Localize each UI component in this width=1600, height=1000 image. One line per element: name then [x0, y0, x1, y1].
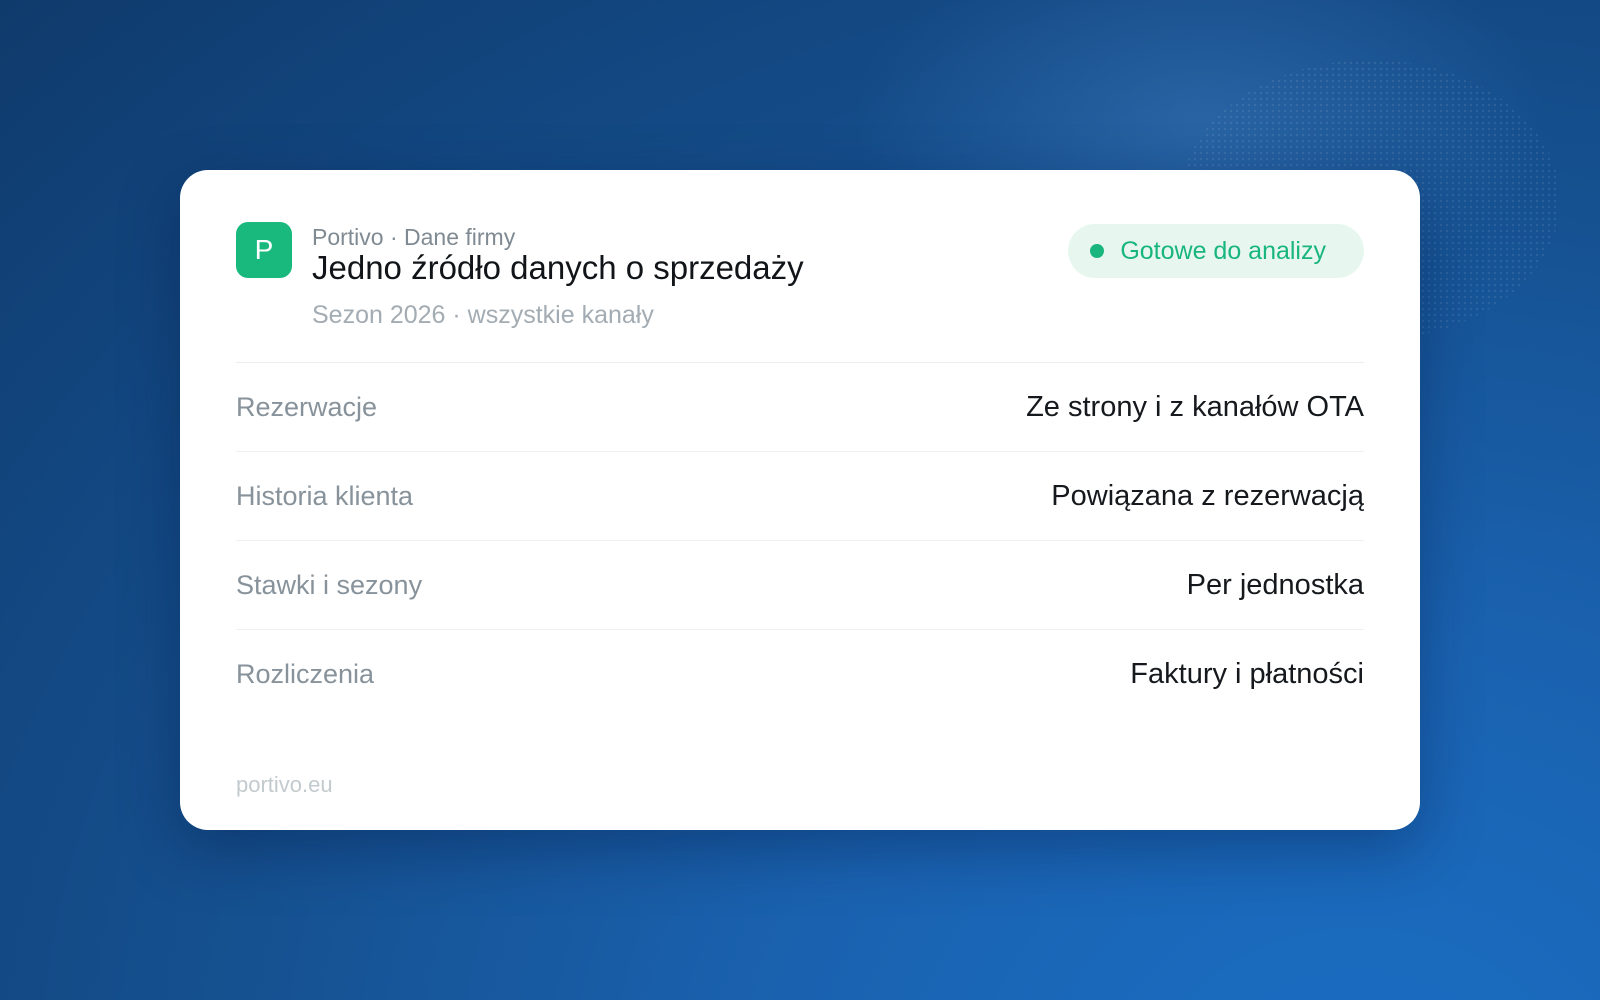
row-value: Per jednostka [1186, 568, 1364, 601]
row-label: Stawki i sezony [236, 569, 423, 600]
row-value: Ze strony i z kanałów OTA [1026, 390, 1364, 423]
row-stawki-i-sezony: Stawki i sezony Per jednostka [236, 541, 1364, 630]
page-subtitle: Sezon 2026 · wszystkie kanały [312, 301, 654, 329]
row-label: Historia klienta [236, 480, 414, 511]
row-value: Faktury i płatności [1130, 657, 1364, 690]
status-label: Gotowe do analizy [1120, 237, 1326, 265]
brand-logo: P [236, 222, 292, 278]
footer-website-link[interactable]: portivo.eu [236, 772, 333, 798]
row-rozliczenia: Rozliczenia Faktury i płatności [236, 630, 1364, 718]
page-title: Jedno źródło danych o sprzedaży [312, 249, 804, 286]
row-label: Rozliczenia [236, 658, 375, 689]
row-label: Rezerwacje [236, 391, 378, 422]
card-header: P Portivo · Dane firmy Jedno źródło dany… [236, 222, 1364, 363]
row-value: Powiązana z rezerwacją [1051, 479, 1364, 512]
row-rezerwacje: Rezerwacje Ze strony i z kanałów OTA [236, 363, 1364, 452]
status-badge: Gotowe do analizy [1068, 224, 1364, 278]
info-card: P Portivo · Dane firmy Jedno źródło dany… [180, 170, 1420, 830]
brand-eyebrow: Portivo · Dane firmy [312, 224, 516, 250]
row-historia-klienta: Historia klienta Powiązana z rezerwacją [236, 452, 1364, 541]
data-rows: Rezerwacje Ze strony i z kanałów OTA His… [236, 363, 1364, 718]
status-dot-icon [1090, 244, 1105, 258]
